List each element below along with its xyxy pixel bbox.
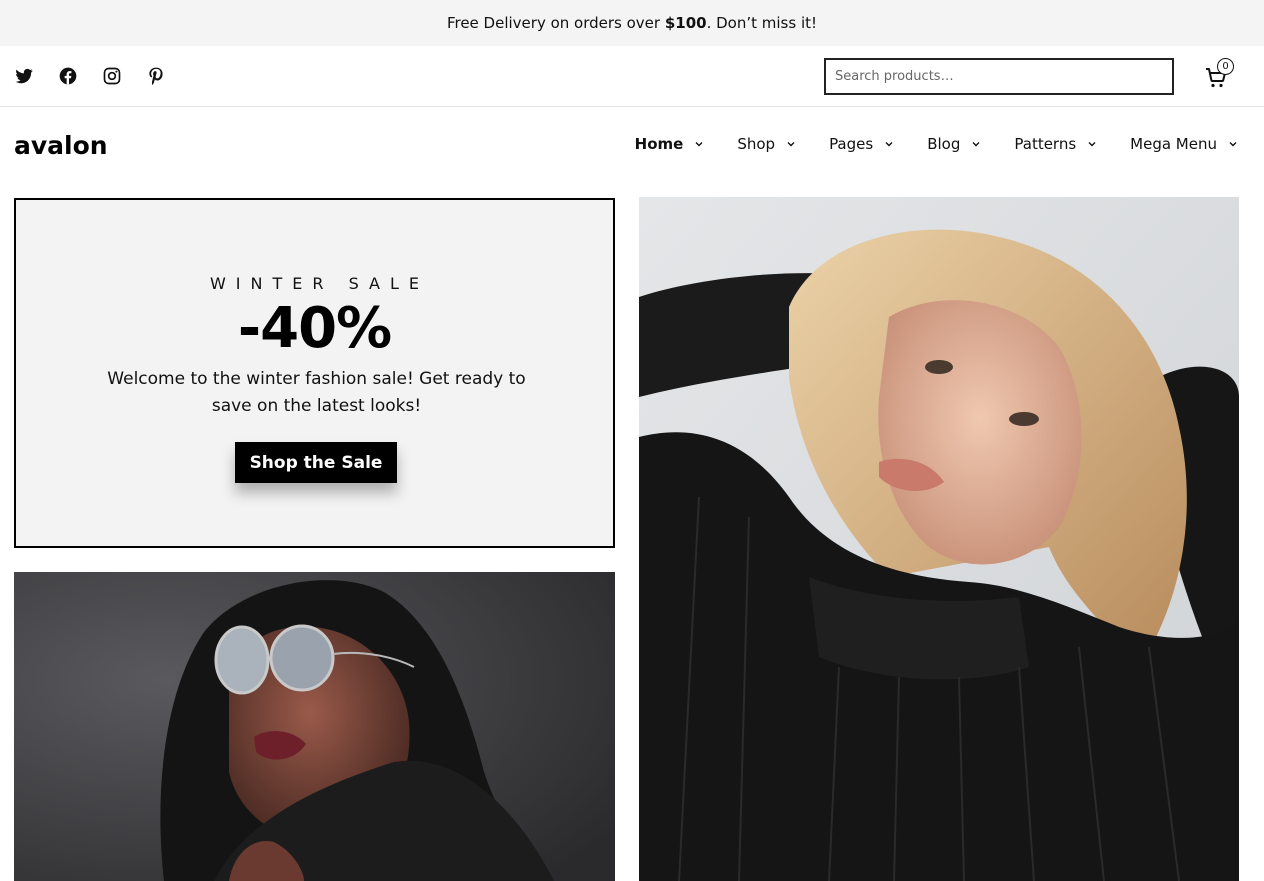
nav-item-home[interactable]: Home bbox=[635, 135, 705, 153]
nav-item-mega-menu[interactable]: Mega Menu bbox=[1130, 135, 1238, 153]
nav-label: Shop bbox=[737, 135, 776, 153]
nav-label: Patterns bbox=[1014, 135, 1077, 153]
twitter-icon[interactable] bbox=[14, 66, 34, 86]
nav-label: Blog bbox=[927, 135, 961, 153]
nav-item-patterns[interactable]: Patterns bbox=[1014, 135, 1097, 153]
nav-item-pages[interactable]: Pages bbox=[829, 135, 894, 153]
search-box bbox=[824, 58, 1174, 95]
cart-button[interactable]: 0 bbox=[1204, 58, 1234, 90]
pinterest-icon[interactable] bbox=[146, 66, 166, 86]
chevron-down-icon bbox=[787, 142, 795, 147]
announcement-prefix: Free Delivery on orders over bbox=[446, 14, 665, 32]
nav-label: Home bbox=[634, 135, 684, 153]
cart-count-badge: 0 bbox=[1217, 58, 1234, 75]
winter-sale-card: WINTER SALE -40% Welcome to the winter f… bbox=[14, 198, 615, 548]
announcement-suffix: . Don’t miss it! bbox=[706, 14, 818, 32]
shop-the-sale-button[interactable]: Shop the Sale bbox=[235, 442, 397, 483]
nav-item-shop[interactable]: Shop bbox=[737, 135, 796, 153]
chevron-down-icon bbox=[1229, 142, 1237, 147]
facebook-icon[interactable] bbox=[58, 66, 78, 86]
social-links bbox=[14, 66, 166, 86]
chevron-down-icon bbox=[972, 142, 980, 147]
utility-bar: 0 bbox=[0, 46, 1264, 107]
site-header: avalon Home Shop Pages Blog Patterns Meg… bbox=[0, 107, 1264, 187]
promo-headline: -40% bbox=[237, 296, 392, 361]
announcement-text: Free Delivery on orders over $100. Don’t… bbox=[447, 14, 817, 32]
announcement-bar: Free Delivery on orders over $100. Don’t… bbox=[0, 0, 1264, 46]
instagram-icon[interactable] bbox=[102, 66, 122, 86]
chevron-down-icon bbox=[1088, 142, 1096, 147]
promo-description: Welcome to the winter fashion sale! Get … bbox=[107, 369, 526, 416]
nav-item-blog[interactable]: Blog bbox=[927, 135, 981, 153]
promo-eyebrow: WINTER SALE bbox=[209, 274, 429, 293]
nav-label: Mega Menu bbox=[1130, 135, 1217, 153]
nav-label: Pages bbox=[829, 135, 874, 153]
search-input[interactable] bbox=[826, 60, 1172, 93]
announcement-amount: $100 bbox=[664, 14, 707, 32]
fashion-photo-sunglasses[interactable] bbox=[14, 572, 615, 881]
main-nav: Home Shop Pages Blog Patterns Mega Menu bbox=[602, 135, 1238, 153]
chevron-down-icon bbox=[885, 142, 893, 147]
chevron-down-icon bbox=[695, 142, 703, 147]
fashion-photo-turtleneck[interactable] bbox=[639, 197, 1239, 881]
site-logo[interactable]: avalon bbox=[14, 131, 108, 160]
